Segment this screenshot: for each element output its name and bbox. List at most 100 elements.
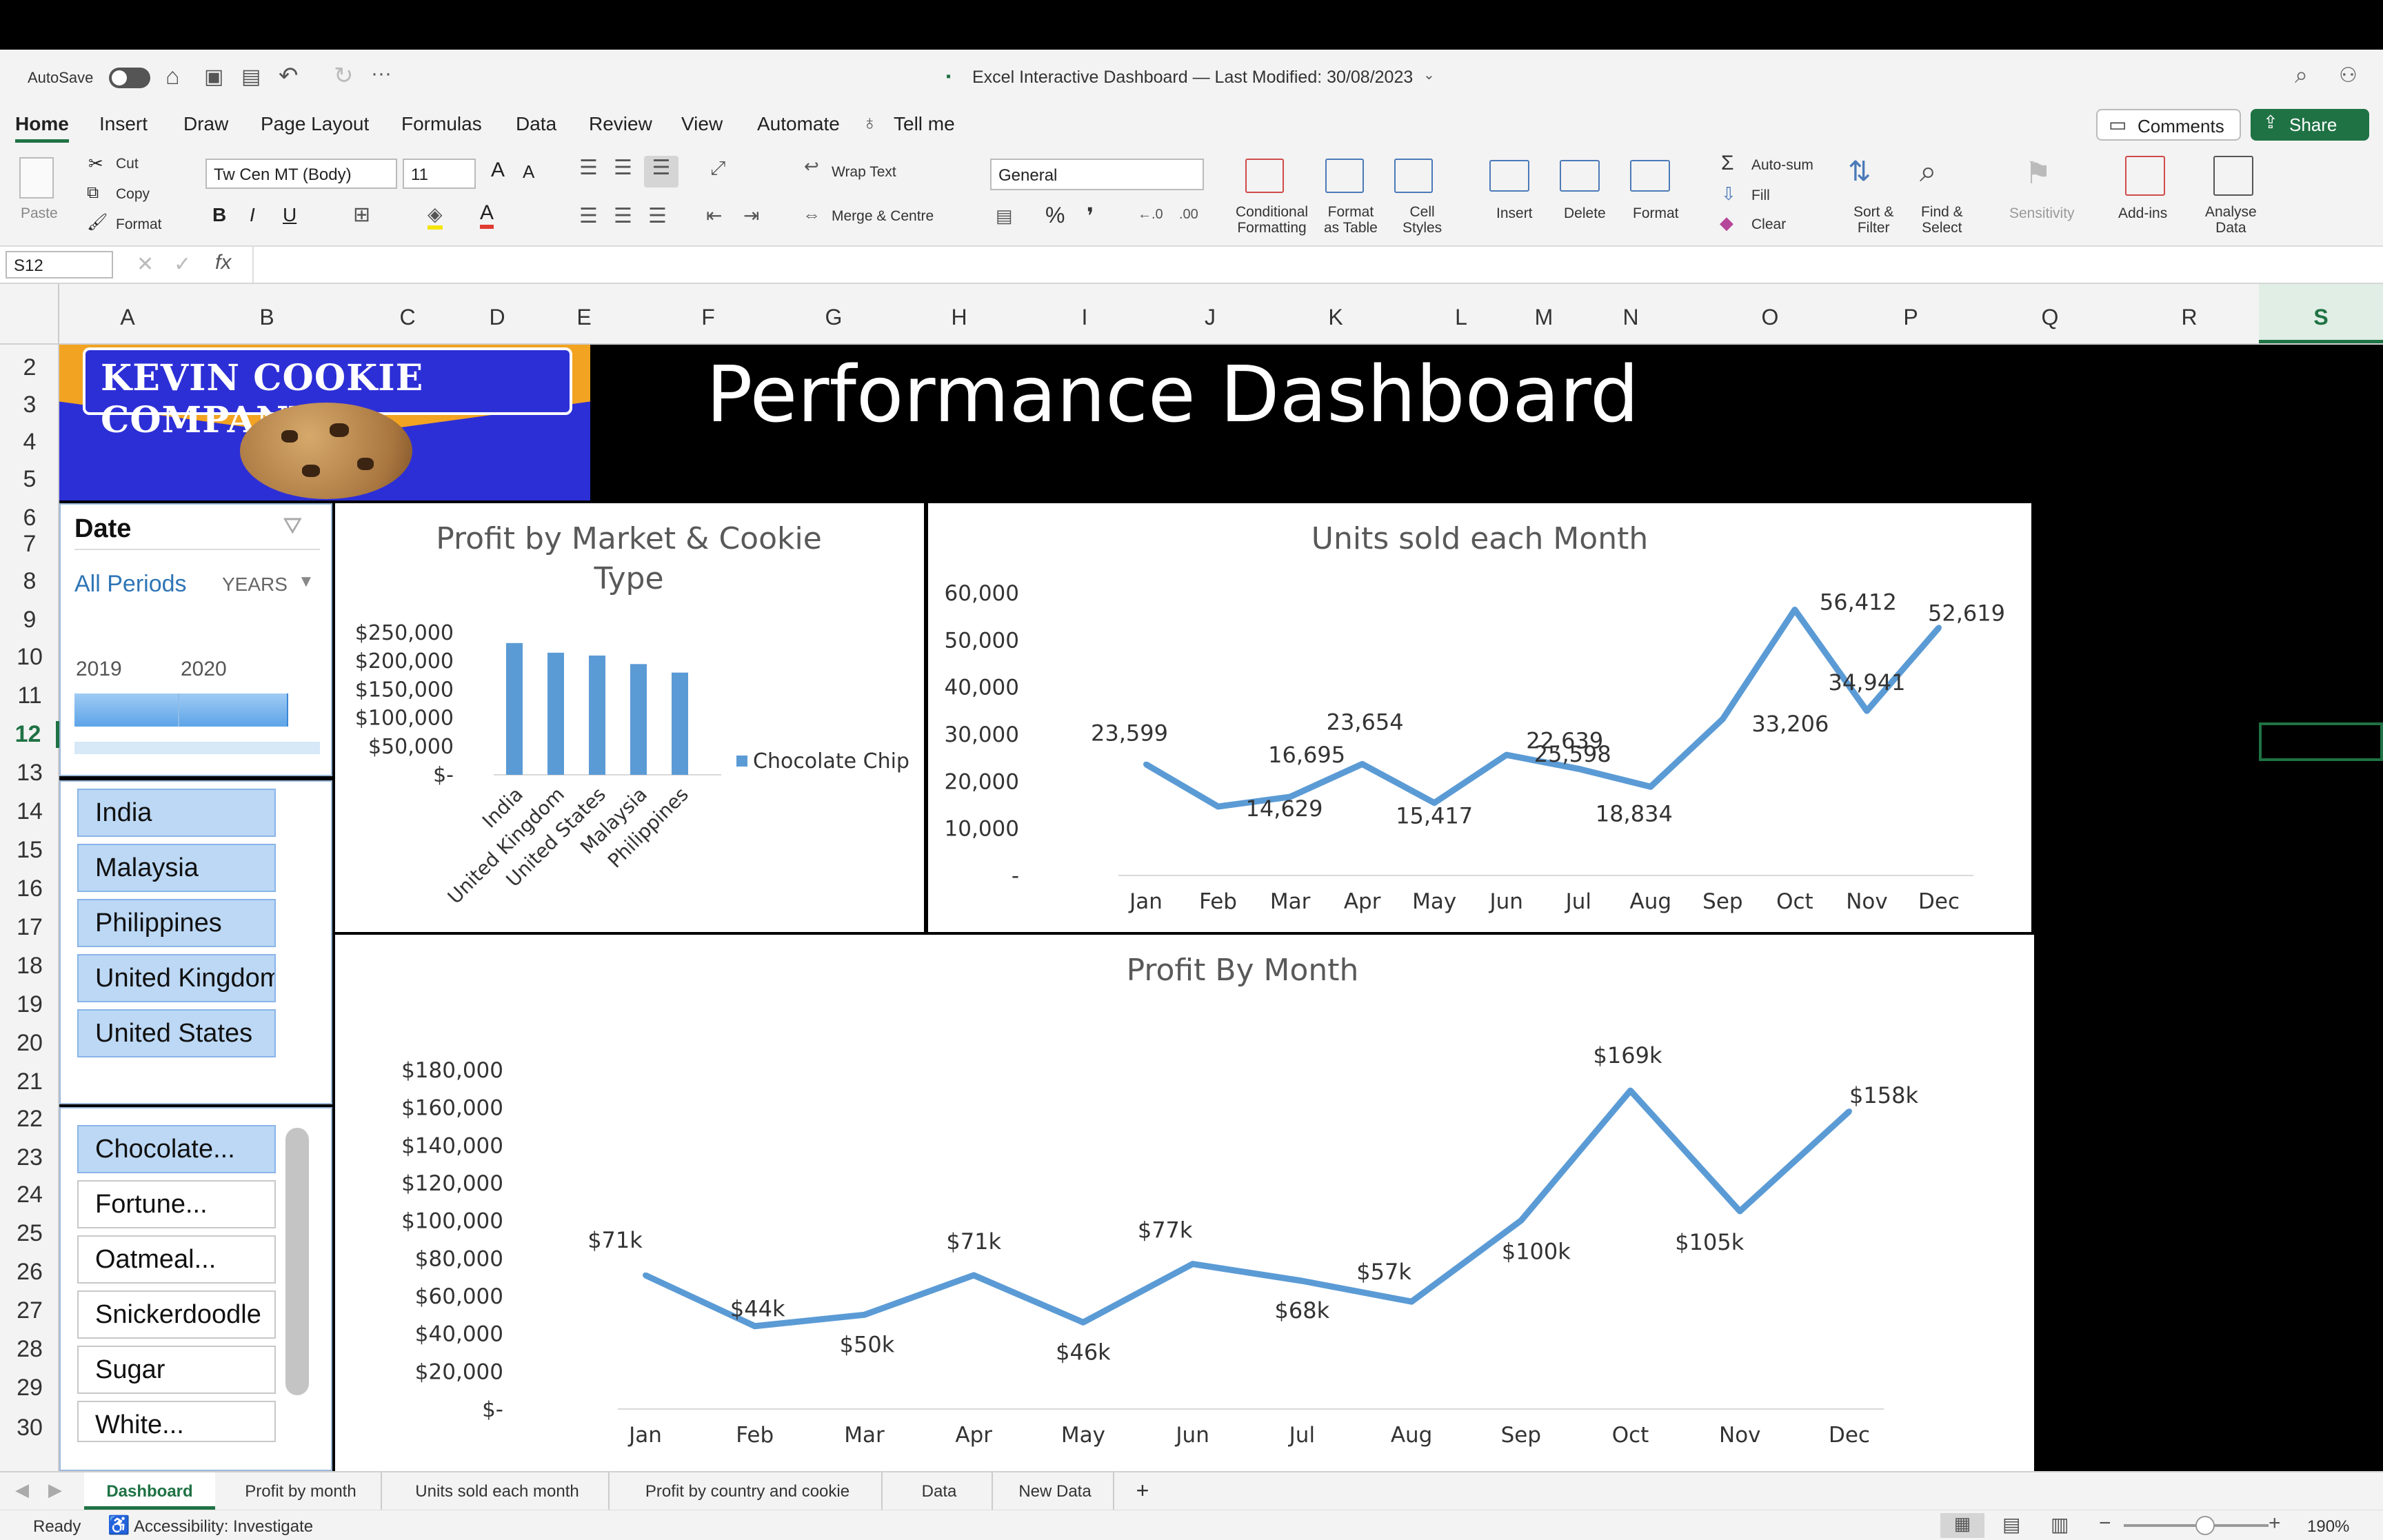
- save-as-icon[interactable]: ▤: [241, 65, 261, 89]
- underline-button[interactable]: U: [283, 204, 296, 226]
- slicer-item-snickerdoodle[interactable]: Snickerdoodle: [77, 1290, 276, 1339]
- tab-automate[interactable]: Automate: [757, 113, 840, 135]
- tab-home[interactable]: Home: [15, 113, 69, 143]
- column-header[interactable]: K: [1311, 305, 1360, 330]
- slicer-item-philippines[interactable]: Philippines: [77, 899, 276, 947]
- undo-icon[interactable]: ↶: [279, 62, 299, 90]
- row-header[interactable]: 29: [0, 1375, 59, 1401]
- row-header[interactable]: 9: [0, 607, 59, 634]
- tab-draw[interactable]: Draw: [183, 113, 228, 135]
- column-header[interactable]: I: [1060, 305, 1109, 330]
- cut-button[interactable]: Cut: [116, 156, 139, 172]
- fill-button[interactable]: Fill: [1751, 188, 1770, 203]
- italic-button[interactable]: I: [250, 204, 255, 226]
- row-header[interactable]: 27: [0, 1297, 59, 1324]
- column-header[interactable]: B: [243, 305, 291, 330]
- addins-button[interactable]: Add-ins: [2118, 205, 2167, 221]
- column-header[interactable]: R: [2165, 305, 2213, 330]
- column-header[interactable]: F: [684, 305, 732, 330]
- orientation-icon[interactable]: ⤢: [710, 157, 725, 180]
- row-header[interactable]: 25: [0, 1220, 59, 1247]
- sheet-tab-profit-by-month[interactable]: Profit by month: [221, 1472, 382, 1510]
- row-header[interactable]: 28: [0, 1336, 59, 1363]
- decrease-decimal-icon[interactable]: .00: [1179, 207, 1198, 223]
- column-header[interactable]: O: [1746, 305, 1794, 330]
- row-header[interactable]: 7: [0, 531, 59, 558]
- timeline-scrollbar[interactable]: [74, 742, 320, 754]
- clear-filter-icon[interactable]: ⛛: [283, 513, 303, 540]
- row-header[interactable]: 22: [0, 1106, 59, 1133]
- align-center-icon[interactable]: ☰: [614, 204, 632, 228]
- clear-button[interactable]: Clear: [1751, 216, 1786, 232]
- row-header[interactable]: 16: [0, 875, 59, 902]
- normal-view-icon[interactable]: ▦: [1940, 1513, 1984, 1538]
- fill-color-icon[interactable]: ◈: [428, 203, 443, 230]
- comma-button[interactable]: ❜: [1087, 203, 1094, 229]
- column-header[interactable]: M: [1520, 305, 1568, 330]
- accounting-icon[interactable]: ▤: [996, 205, 1013, 227]
- sheet-tab-dashboard[interactable]: Dashboard: [84, 1472, 215, 1510]
- column-header[interactable]: P: [1887, 305, 1935, 330]
- row-header[interactable]: 30: [0, 1415, 59, 1441]
- increase-font-icon[interactable]: A: [491, 159, 505, 182]
- confirm-icon[interactable]: ✓: [174, 252, 191, 276]
- name-box[interactable]: S12: [6, 251, 113, 278]
- chevron-down-icon[interactable]: ⌄: [1423, 66, 1435, 83]
- tab-tell-me[interactable]: Tell me: [894, 113, 955, 135]
- zoom-in-icon[interactable]: +: [2269, 1512, 2281, 1535]
- search-icon[interactable]: ⌕: [2295, 62, 2308, 89]
- find-select-button[interactable]: Find & Select: [1921, 204, 1963, 236]
- row-header[interactable]: 5: [0, 466, 59, 493]
- slicer-item-sugar[interactable]: Sugar: [77, 1346, 276, 1394]
- zoom-out-icon[interactable]: −: [2099, 1512, 2111, 1535]
- row-header[interactable]: 26: [0, 1259, 59, 1286]
- wrap-text-button[interactable]: Wrap Text: [832, 164, 896, 180]
- percent-button[interactable]: %: [1045, 203, 1065, 228]
- cancel-icon[interactable]: ✕: [137, 252, 154, 276]
- page-layout-view-icon[interactable]: ▤: [2002, 1513, 2020, 1536]
- accessibility-status[interactable]: Accessibility: Investigate: [134, 1517, 313, 1537]
- function-icon[interactable]: fx: [215, 251, 231, 274]
- column-header[interactable]: G: [810, 305, 858, 330]
- column-header[interactable]: A: [103, 305, 152, 330]
- column-header[interactable]: D: [473, 305, 521, 330]
- column-header-selected[interactable]: S: [2259, 284, 2383, 343]
- autosave-toggle[interactable]: [109, 68, 150, 88]
- row-header[interactable]: 17: [0, 914, 59, 941]
- slicer-item-malaysia[interactable]: Malaysia: [77, 844, 276, 892]
- row-header[interactable]: 6: [0, 505, 59, 531]
- delete-cells-button[interactable]: Delete: [1564, 205, 1606, 221]
- merge-centre-button[interactable]: Merge & Centre: [832, 208, 934, 224]
- account-icon[interactable]: ⚇: [2339, 63, 2357, 88]
- tab-review[interactable]: Review: [589, 113, 652, 135]
- comments-button[interactable]: Comments ▭: [2096, 109, 2241, 141]
- row-header[interactable]: 12: [0, 721, 59, 748]
- slicer-item-oatmeal[interactable]: Oatmeal...: [77, 1235, 276, 1284]
- row-header[interactable]: 8: [0, 568, 59, 595]
- share-button[interactable]: Share ⇪: [2251, 109, 2369, 141]
- sheet-tab-units-sold[interactable]: Units sold each month: [386, 1472, 610, 1510]
- column-header[interactable]: N: [1607, 305, 1655, 330]
- time-level-select[interactable]: YEARS: [222, 574, 288, 596]
- tab-formulas[interactable]: Formulas: [401, 113, 482, 135]
- increase-decimal-icon[interactable]: ←.0: [1138, 207, 1163, 223]
- home-icon[interactable]: ⌂: [165, 63, 180, 90]
- slicer-item-fortune[interactable]: Fortune...: [77, 1180, 276, 1228]
- row-header[interactable]: 21: [0, 1068, 59, 1095]
- zoom-slider-thumb[interactable]: [2195, 1516, 2215, 1535]
- add-sheet-button[interactable]: +: [1118, 1472, 1167, 1510]
- slicer-item-united-kingdom[interactable]: United Kingdom: [77, 954, 276, 1002]
- decrease-font-icon[interactable]: A: [523, 161, 534, 183]
- row-header[interactable]: 11: [0, 682, 59, 709]
- row-header[interactable]: 20: [0, 1030, 59, 1057]
- sort-filter-button[interactable]: Sort & Filter: [1853, 204, 1893, 236]
- scroll-left-icon[interactable]: ◀: [15, 1479, 29, 1501]
- row-header[interactable]: 18: [0, 953, 59, 980]
- row-header[interactable]: 13: [0, 760, 59, 787]
- insert-cells-button[interactable]: Insert: [1496, 205, 1533, 221]
- sheet-tab-data[interactable]: Data: [887, 1472, 993, 1510]
- number-format-select[interactable]: General: [990, 159, 1204, 190]
- column-header[interactable]: H: [935, 305, 983, 330]
- slicer-item-chocolate[interactable]: Chocolate...: [77, 1125, 276, 1173]
- chevron-down-icon[interactable]: ▼: [298, 572, 314, 591]
